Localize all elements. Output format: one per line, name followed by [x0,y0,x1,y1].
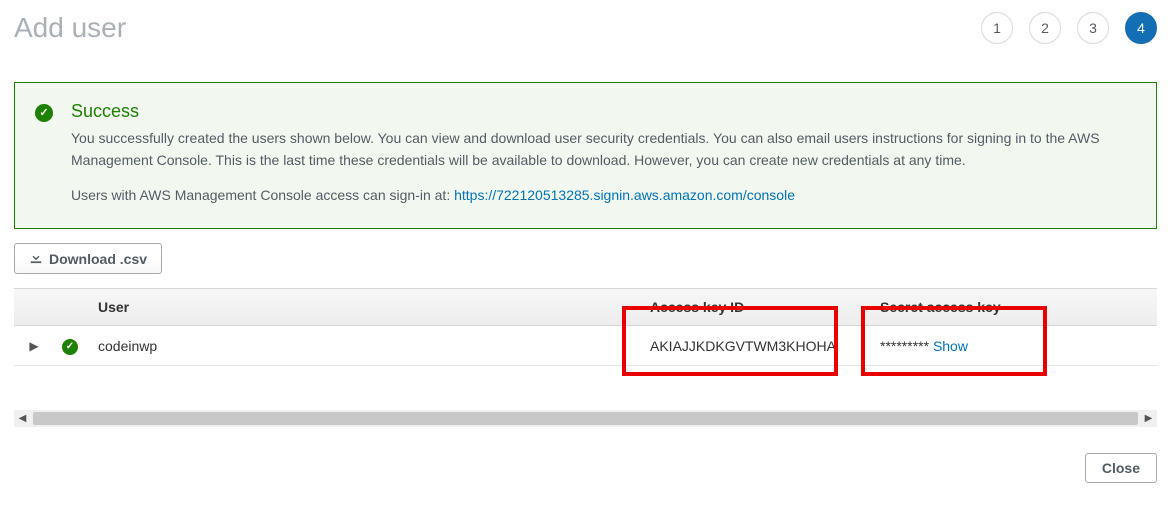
step-1[interactable]: 1 [981,12,1013,44]
alert-body: You successfully created the users shown… [71,128,1136,171]
header-access-key: Access key ID [642,289,872,325]
close-button[interactable]: Close [1085,453,1157,483]
download-icon [29,250,43,267]
success-alert: ✓ Success You successfully created the u… [14,82,1157,229]
horizontal-scrollbar[interactable]: ◀ ▶ [14,410,1157,427]
scroll-left-icon[interactable]: ◀ [14,410,31,427]
download-csv-button[interactable]: Download .csv [14,243,162,274]
alert-title: Success [71,101,1136,122]
show-secret-link[interactable]: Show [933,338,968,354]
step-2[interactable]: 2 [1029,12,1061,44]
page-title: Add user [14,12,126,44]
alert-signin: Users with AWS Management Console access… [71,185,1136,206]
download-csv-label: Download .csv [49,251,147,267]
alert-signin-prefix: Users with AWS Management Console access… [71,187,454,203]
cell-user: codeinwp [90,328,642,364]
wizard-steps: 1 2 3 4 [981,12,1157,44]
header-user: User [90,289,642,325]
scroll-right-icon[interactable]: ▶ [1140,410,1157,427]
cell-access-key: AKIAJJKDKGVTWM3KHOHA [642,328,872,364]
cell-secret-masked: ********* [880,338,929,354]
check-circle-icon: ✓ [62,339,78,355]
table-row: ▶ ✓ codeinwp AKIAJJKDKGVTWM3KHOHA ******… [14,326,1157,366]
check-circle-icon: ✓ [35,104,53,122]
header-secret-key: Secret access key [872,289,1052,325]
table-header: User Access key ID Secret access key [14,288,1157,326]
expand-row-toggle[interactable]: ▶ [14,329,54,363]
step-4[interactable]: 4 [1125,12,1157,44]
step-3[interactable]: 3 [1077,12,1109,44]
credentials-table: User Access key ID Secret access key ▶ ✓… [14,288,1157,366]
signin-link[interactable]: https://722120513285.signin.aws.amazon.c… [454,187,795,203]
scroll-track[interactable] [33,412,1138,425]
